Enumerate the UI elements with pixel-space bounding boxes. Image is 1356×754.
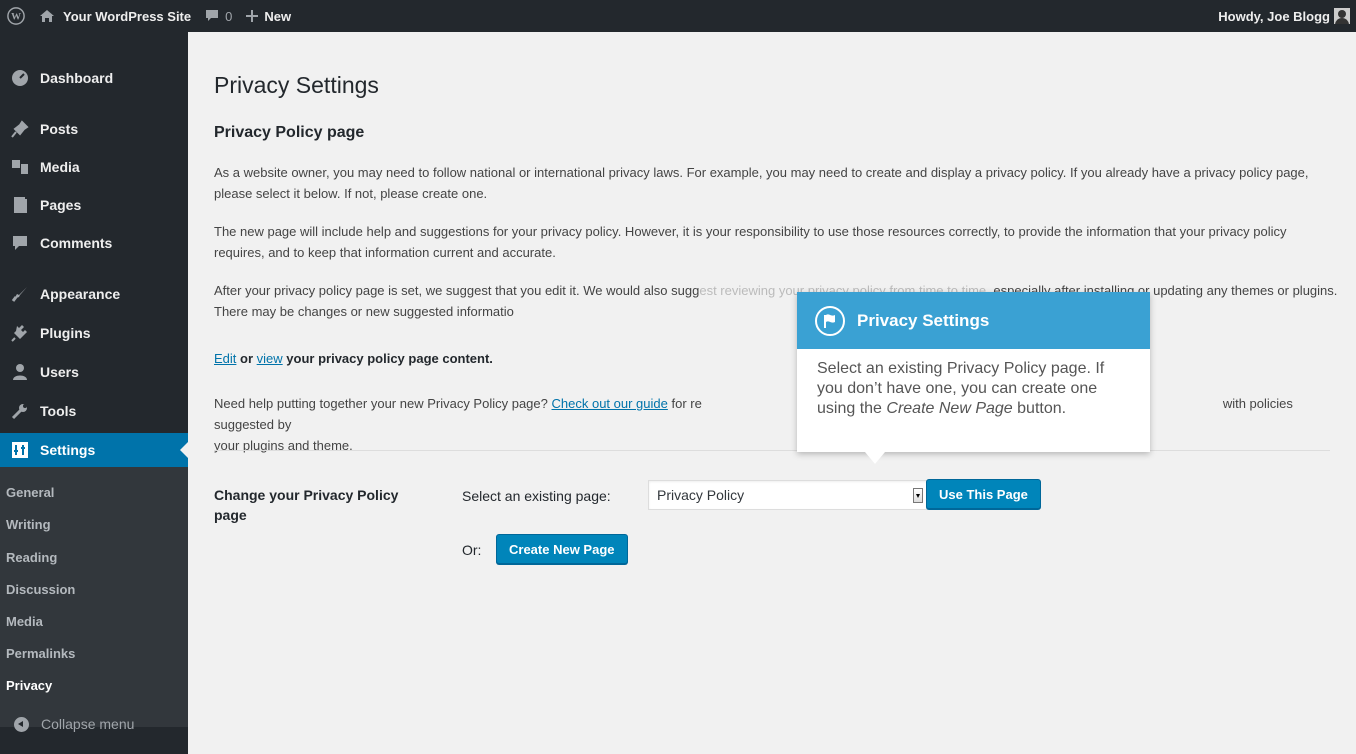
collapse-menu-button[interactable]: Collapse menu	[0, 706, 188, 742]
account-menu[interactable]: Howdy, Joe Blogg	[1218, 0, 1356, 32]
avatar	[1334, 8, 1350, 24]
chevron-down-icon	[913, 488, 923, 503]
submenu-item-general[interactable]: General	[6, 485, 54, 500]
collapse-menu-label: Collapse menu	[41, 716, 135, 732]
comment-icon	[205, 9, 219, 23]
edit-view-rest: your privacy policy page content.	[286, 351, 493, 366]
change-page-label: Change your Privacy Policy page	[214, 487, 399, 523]
submenu-item-writing[interactable]: Writing	[6, 517, 51, 532]
sidebar-item-label: Posts	[40, 121, 79, 137]
sidebar-item-label: Tools	[40, 403, 77, 419]
edit-link[interactable]: Edit	[214, 351, 236, 366]
sidebar-item-label: Media	[40, 159, 80, 175]
help-text-b: for re	[671, 396, 702, 411]
help-text-a: Need help putting together your new Priv…	[214, 396, 548, 411]
or-word: or	[240, 351, 254, 366]
svg-text:W: W	[11, 12, 21, 23]
comment-icon	[10, 233, 30, 253]
admin-bar: W Your WordPress Site 0 New Howdy, Joe B…	[0, 0, 1356, 32]
select-page-label: Select an existing page:	[462, 488, 611, 504]
sidebar-item-settings[interactable]: Settings	[0, 433, 188, 467]
use-this-page-button[interactable]: Use This Page	[926, 479, 1041, 509]
or-label: Or:	[462, 542, 482, 558]
home-icon	[39, 8, 55, 24]
responsibility-paragraph: The new page will include help and sugge…	[214, 224, 1287, 260]
edit-view-line: Edit or view your privacy policy page co…	[214, 348, 1339, 369]
submenu-item-permalinks[interactable]: Permalinks	[6, 646, 75, 661]
guide-link[interactable]: Check out our guide	[552, 396, 668, 411]
sidebar-item-label: Settings	[40, 442, 96, 458]
submenu-item-media[interactable]: Media	[6, 614, 43, 629]
plug-icon	[10, 323, 30, 343]
flag-icon	[815, 305, 845, 336]
new-label: New	[264, 8, 292, 24]
pointer-header: Privacy Settings	[797, 292, 1150, 349]
user-icon	[10, 362, 30, 382]
site-name-label: Your WordPress Site	[63, 8, 192, 24]
sidebar-item-label: Plugins	[40, 325, 91, 341]
settings-submenu: General Writing Reading Discussion Media…	[0, 467, 188, 727]
sidebar-item-appearance[interactable]: Appearance	[0, 277, 188, 311]
help-paragraph: Need help putting together your new Priv…	[214, 393, 1339, 456]
pointer-text-b: button.	[1017, 400, 1067, 417]
pointer-body: Select an existing Privacy Policy page. …	[797, 349, 1150, 429]
sidebar-item-pages[interactable]: Pages	[0, 188, 188, 222]
sidebar-item-label: Dashboard	[40, 70, 114, 86]
page-select-value: Privacy Policy	[657, 487, 745, 503]
pointer-title: Privacy Settings	[857, 310, 990, 330]
submenu-item-discussion[interactable]: Discussion	[6, 582, 75, 597]
pin-icon	[10, 119, 30, 139]
submenu-item-privacy[interactable]: Privacy	[6, 678, 52, 693]
active-indicator	[180, 442, 188, 458]
plus-icon	[246, 10, 259, 22]
settings-icon	[10, 440, 30, 460]
collapse-arrow-icon	[14, 716, 29, 732]
submenu-item-reading[interactable]: Reading	[6, 550, 57, 565]
section-title: Privacy Policy page	[214, 124, 365, 141]
wordpress-logo-icon[interactable]: W	[0, 0, 32, 32]
sidebar-item-label: Users	[40, 364, 79, 380]
create-new-page-button[interactable]: Create New Page	[496, 534, 628, 564]
site-name-link[interactable]: Your WordPress Site	[32, 0, 198, 32]
sidebar-item-label: Pages	[40, 197, 82, 213]
new-content-link[interactable]: New	[239, 0, 298, 32]
page-select[interactable]: Privacy Policy	[648, 480, 928, 510]
edit-suggestion-paragraph: After your privacy policy page is set, w…	[214, 280, 1339, 322]
media-icon	[10, 157, 30, 177]
edit-suggestion-text-a: After your privacy policy page is set, w…	[214, 283, 700, 298]
sidebar-item-media[interactable]: Media	[0, 150, 188, 184]
sidebar-item-dashboard[interactable]: Dashboard	[0, 61, 188, 95]
comments-link[interactable]: 0	[198, 0, 239, 32]
sidebar-item-label: Comments	[40, 235, 113, 251]
brush-icon	[10, 284, 30, 304]
view-link[interactable]: view	[257, 351, 283, 366]
divider	[214, 450, 1330, 451]
pointer-text-em: Create New Page	[886, 400, 1013, 417]
sidebar-item-posts[interactable]: Posts	[0, 112, 188, 146]
sidebar-item-users[interactable]: Users	[0, 355, 188, 389]
sidebar-item-comments[interactable]: Comments	[0, 226, 188, 260]
pointer-tip	[865, 452, 885, 464]
sidebar-item-tools[interactable]: Tools	[0, 394, 188, 428]
dashboard-icon	[10, 68, 30, 88]
admin-sidebar: Dashboard Posts Media Pages Comments App…	[0, 32, 188, 754]
privacy-settings-pointer: Privacy Settings Select an existing Priv…	[797, 292, 1150, 464]
intro-paragraph: As a website owner, you may need to foll…	[214, 165, 1309, 201]
sidebar-item-label: Appearance	[40, 286, 121, 302]
comment-count: 0	[225, 8, 233, 24]
sidebar-item-plugins[interactable]: Plugins	[0, 316, 188, 350]
pages-icon	[10, 195, 30, 215]
page-title: Privacy Settings	[214, 72, 379, 98]
howdy-label: Howdy, Joe Blogg	[1218, 8, 1330, 24]
wrench-icon	[10, 401, 30, 421]
